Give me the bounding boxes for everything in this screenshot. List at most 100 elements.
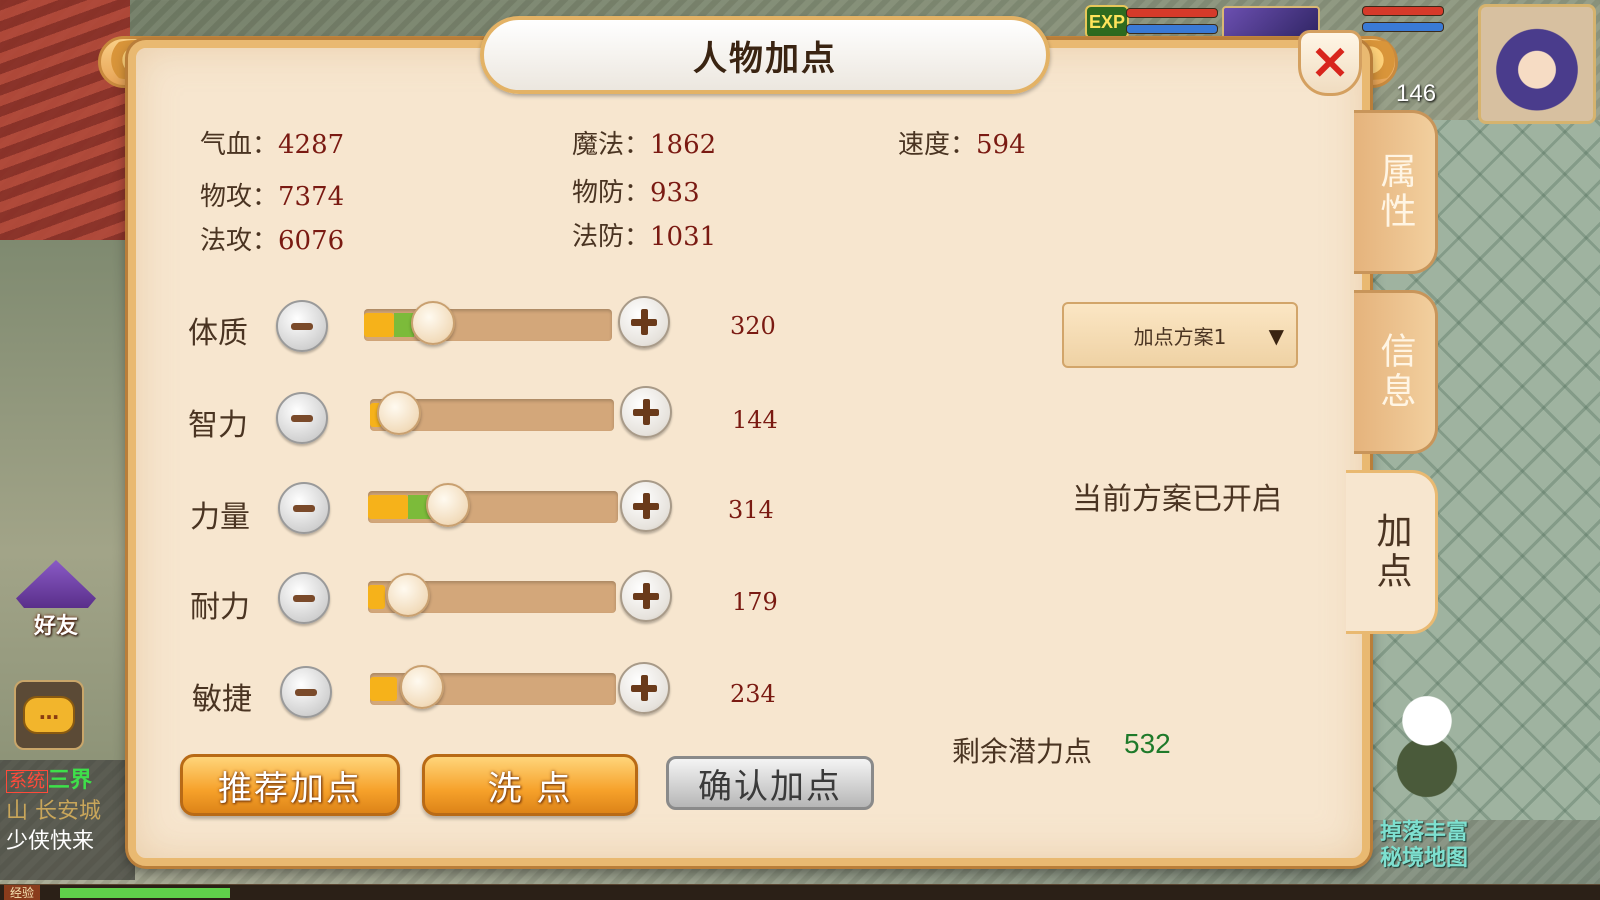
stat-label: 物攻： [200, 182, 279, 212]
recommend-points-button[interactable]: 推荐加点 [180, 754, 400, 816]
dialog-title-plate: 人物加点 [480, 16, 1050, 94]
plan-dropdown[interactable]: 加点方案1 ▼ [1062, 302, 1298, 368]
chat-line: 少侠快来 [6, 829, 95, 854]
slider-endurance[interactable] [368, 573, 616, 617]
system-tag: 系统 [6, 770, 48, 793]
plus-icon [633, 399, 659, 425]
slider-knob[interactable] [399, 665, 444, 709]
slider-agility[interactable] [370, 665, 616, 709]
plus-button-intelligence[interactable] [620, 386, 672, 438]
stat-label: 魔法： [572, 130, 651, 160]
stat-value: 6076 [278, 226, 345, 256]
hero-hp-bar [1362, 6, 1444, 16]
hero-level: 146 [1396, 80, 1437, 107]
attr-value-intelligence: 144 [732, 406, 778, 434]
chat-line: 山 长安城 [6, 799, 101, 824]
close-button[interactable]: ✕ [1298, 30, 1362, 96]
slider-knob[interactable] [385, 573, 430, 617]
hero-avatar[interactable] [1478, 4, 1596, 124]
remaining-points-label: 剩余潜力点 [952, 735, 1093, 768]
minus-icon [293, 504, 315, 512]
minus-button-strength[interactable] [278, 482, 330, 534]
attr-value-constitution: 320 [730, 312, 776, 340]
stat-label: 法攻： [200, 226, 279, 256]
plus-button-strength[interactable] [620, 480, 672, 532]
slider-knob[interactable] [411, 301, 456, 345]
close-x-icon: ✕ [1310, 37, 1350, 89]
minus-icon [291, 414, 313, 422]
plus-icon [633, 583, 659, 609]
stat-value: 4287 [278, 130, 345, 160]
attr-value-agility: 234 [730, 680, 776, 708]
plus-icon [631, 309, 657, 335]
reset-points-button[interactable]: 洗 点 [422, 754, 638, 816]
attribute-dialog [128, 40, 1370, 866]
stat-physical-attack: 物攻：7374 [200, 176, 344, 213]
exp-fill [60, 888, 230, 898]
stat-value: 7374 [278, 182, 345, 212]
stat-value: 1862 [650, 130, 717, 160]
background-roof [0, 0, 130, 240]
minus-icon [291, 322, 313, 330]
slider-knob[interactable] [426, 483, 470, 527]
stat-speed: 速度：594 [898, 124, 1026, 161]
pet-hp-bar [1126, 8, 1218, 18]
minus-icon [295, 688, 317, 696]
attr-label-strength: 力量 [190, 500, 250, 535]
slider-fill [368, 495, 408, 519]
minus-button-endurance[interactable] [278, 572, 330, 624]
stat-magic-defense: 法防：1031 [572, 216, 716, 253]
attr-label-intelligence: 智力 [188, 408, 248, 443]
tab-info[interactable]: 信息 [1354, 290, 1438, 454]
minus-icon [293, 594, 315, 602]
chat-button[interactable]: … [14, 680, 84, 750]
plus-button-constitution[interactable] [618, 296, 670, 348]
remaining-points-value: 532 [1124, 728, 1171, 759]
friends-label: 好友 [33, 614, 78, 639]
plan-status: 当前方案已开启 [1072, 482, 1282, 517]
stat-label: 速度： [898, 130, 977, 160]
plus-button-endurance[interactable] [620, 570, 672, 622]
minus-button-constitution[interactable] [276, 300, 328, 352]
stat-value: 1031 [650, 222, 717, 252]
chat-line: 系统 三界 [6, 766, 129, 797]
exp-badge[interactable]: EXP [1085, 5, 1129, 39]
stat-value: 594 [976, 130, 1026, 160]
tab-attributes[interactable]: 属性 [1354, 110, 1438, 274]
chat-bubble-icon: … [23, 696, 75, 734]
hero-mp-bar [1362, 22, 1444, 32]
chat-log[interactable]: 系统 三界 山 长安城 少侠快来 [0, 760, 135, 880]
plan-selected-label: 加点方案1 [1133, 324, 1227, 349]
stat-magic-attack: 法攻：6076 [200, 220, 344, 257]
panda-npc[interactable] [1392, 690, 1462, 800]
slider-fill [368, 585, 386, 609]
plus-icon [631, 675, 657, 701]
slider-strength[interactable] [368, 483, 618, 527]
minus-button-agility[interactable] [280, 666, 332, 718]
attr-value-strength: 314 [728, 496, 774, 524]
slider-knob[interactable] [377, 391, 422, 435]
minus-button-intelligence[interactable] [276, 392, 328, 444]
attr-label-agility: 敏捷 [192, 682, 252, 717]
stat-physical-defense: 物防：933 [572, 172, 700, 209]
friends-button[interactable]: 好友 [10, 560, 102, 644]
map-hint[interactable]: 掉落丰富 秘境地图 [1380, 820, 1468, 872]
slider-fill [364, 313, 394, 337]
dialog-title: 人物加点 [693, 38, 837, 79]
slider-constitution[interactable] [364, 301, 612, 345]
attr-value-endurance: 179 [732, 588, 778, 616]
stat-label: 法防： [572, 222, 651, 252]
pet-mp-bar [1126, 24, 1218, 34]
stat-value: 933 [650, 178, 700, 208]
attr-label-endurance: 耐力 [190, 590, 250, 625]
chevron-down-icon: ▼ [1268, 324, 1284, 348]
stat-label: 气血： [200, 130, 279, 160]
slider-intelligence[interactable] [370, 391, 614, 435]
stat-label: 物防： [572, 178, 651, 208]
tab-add-points[interactable]: 加点 [1346, 470, 1438, 634]
chat-channel: 三界 [48, 768, 93, 793]
confirm-points-button[interactable]: 确认加点 [666, 756, 874, 810]
plus-button-agility[interactable] [618, 662, 670, 714]
attr-label-constitution: 体质 [188, 316, 248, 351]
map-hint-line: 掉落丰富 [1380, 820, 1469, 845]
